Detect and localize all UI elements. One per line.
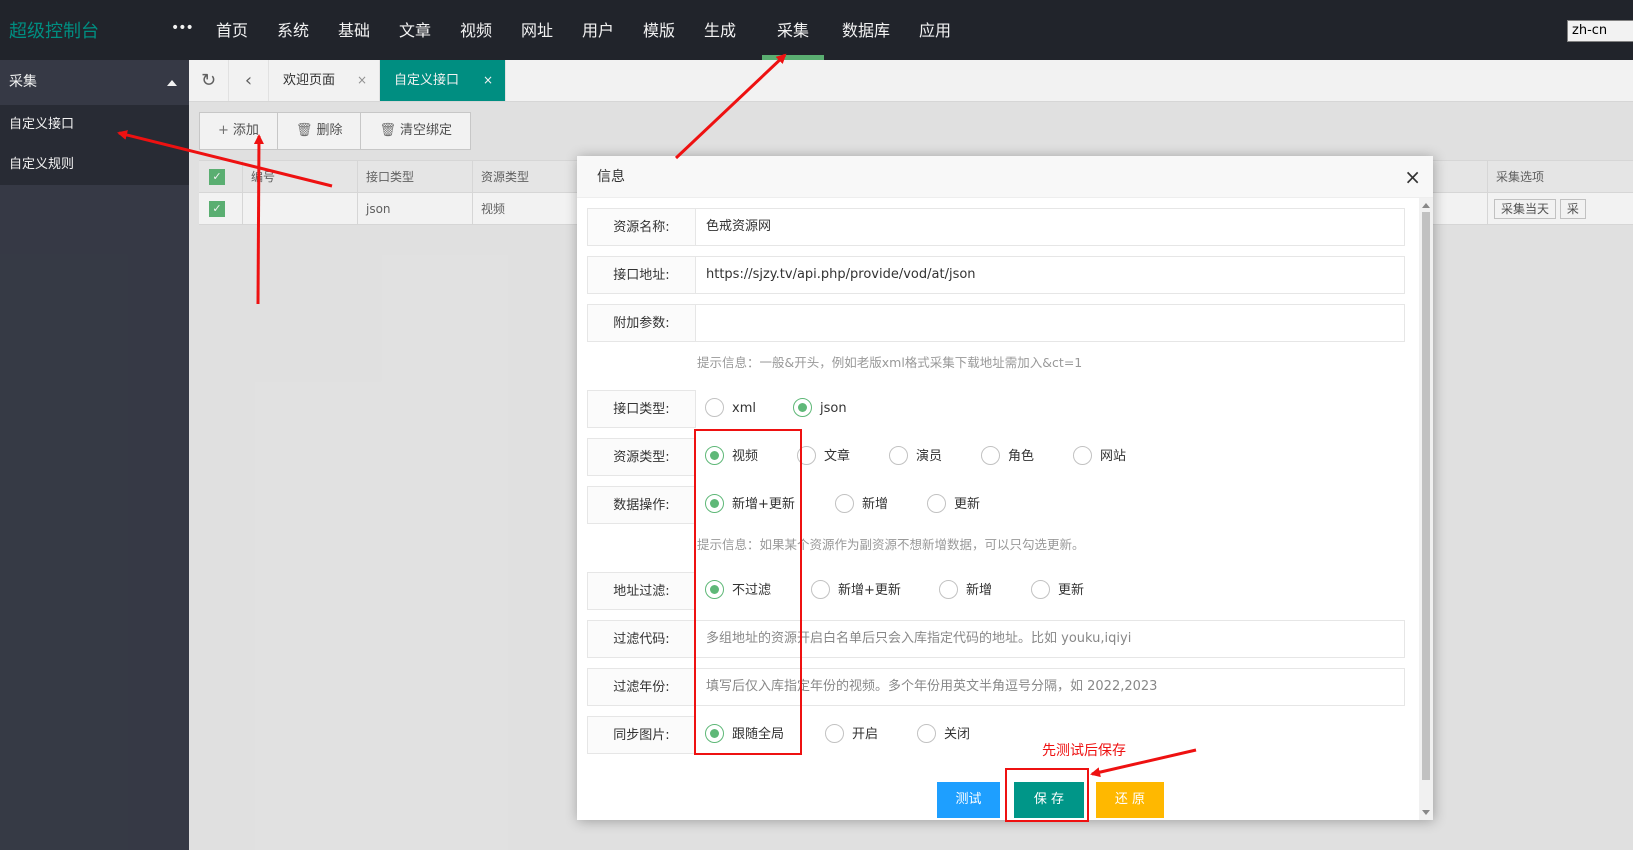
radio-circle-icon — [835, 494, 854, 513]
scroll-thumb[interactable] — [1422, 212, 1430, 780]
resource-type-label: 资源类型: — [587, 438, 696, 476]
radio-circle-icon — [939, 580, 958, 599]
radio-res-article[interactable]: 文章 — [797, 446, 850, 467]
resource-name-input[interactable]: 色戒资源网 — [695, 208, 1405, 246]
radio-res-role[interactable]: 角色 — [981, 446, 1034, 467]
radio-circle-icon — [981, 446, 1000, 465]
radio-pic-off[interactable]: 关闭 — [917, 724, 970, 745]
radio-circle-icon — [1031, 580, 1050, 599]
highlight-box-options — [694, 429, 802, 755]
data-op-label: 数据操作: — [587, 486, 696, 524]
scroll-down-icon[interactable] — [1422, 810, 1430, 815]
radio-circle-icon — [917, 724, 936, 743]
radio-circle-icon — [705, 398, 724, 417]
radio-circle-icon — [825, 724, 844, 743]
annotation-note: 先测试后保存 — [1042, 743, 1126, 759]
test-button[interactable]: 测试 — [937, 782, 1000, 818]
radio-api-xml[interactable]: xml — [705, 398, 756, 419]
param-hint: 提示信息：一般&开头，例如老版xml格式采集下载地址需加入&ct=1 — [697, 355, 1083, 370]
url-filter-label: 地址过滤: — [587, 572, 696, 610]
radio-circle-icon — [1073, 446, 1092, 465]
highlight-box-save — [1005, 768, 1089, 822]
extra-param-label: 附加参数: — [587, 304, 696, 342]
close-icon[interactable]: × — [1404, 156, 1421, 198]
reset-button[interactable]: 还 原 — [1096, 782, 1164, 818]
sync-pic-label: 同步图片: — [587, 716, 696, 754]
resource-name-label: 资源名称: — [587, 208, 696, 246]
radio-pic-on[interactable]: 开启 — [825, 724, 878, 745]
radio-circle-icon — [889, 446, 908, 465]
dialog-title: 信息 × — [577, 156, 1433, 198]
api-url-label: 接口地址: — [587, 256, 696, 294]
dialog-scrollbar[interactable] — [1419, 198, 1433, 820]
radio-op-add[interactable]: 新增 — [835, 494, 888, 515]
radio-circle-icon — [811, 580, 830, 599]
radio-res-website[interactable]: 网站 — [1073, 446, 1126, 467]
radio-op-update[interactable]: 更新 — [927, 494, 980, 515]
filter-year-label: 过滤年份: — [587, 668, 696, 706]
extra-param-input[interactable] — [695, 304, 1405, 342]
scroll-up-icon[interactable] — [1422, 203, 1430, 208]
radio-filter-add[interactable]: 新增 — [939, 580, 992, 601]
radio-filter-add-update[interactable]: 新增+更新 — [811, 580, 901, 601]
api-type-label: 接口类型: — [587, 390, 696, 428]
api-url-input[interactable]: https://sjzy.tv/api.php/provide/vod/at/j… — [695, 256, 1405, 294]
radio-api-json[interactable]: json — [793, 398, 847, 419]
filter-code-label: 过滤代码: — [587, 620, 696, 658]
radio-filter-update[interactable]: 更新 — [1031, 580, 1084, 601]
radio-circle-icon — [927, 494, 946, 513]
radio-checked-icon — [793, 398, 812, 417]
radio-res-actor[interactable]: 演员 — [889, 446, 942, 467]
